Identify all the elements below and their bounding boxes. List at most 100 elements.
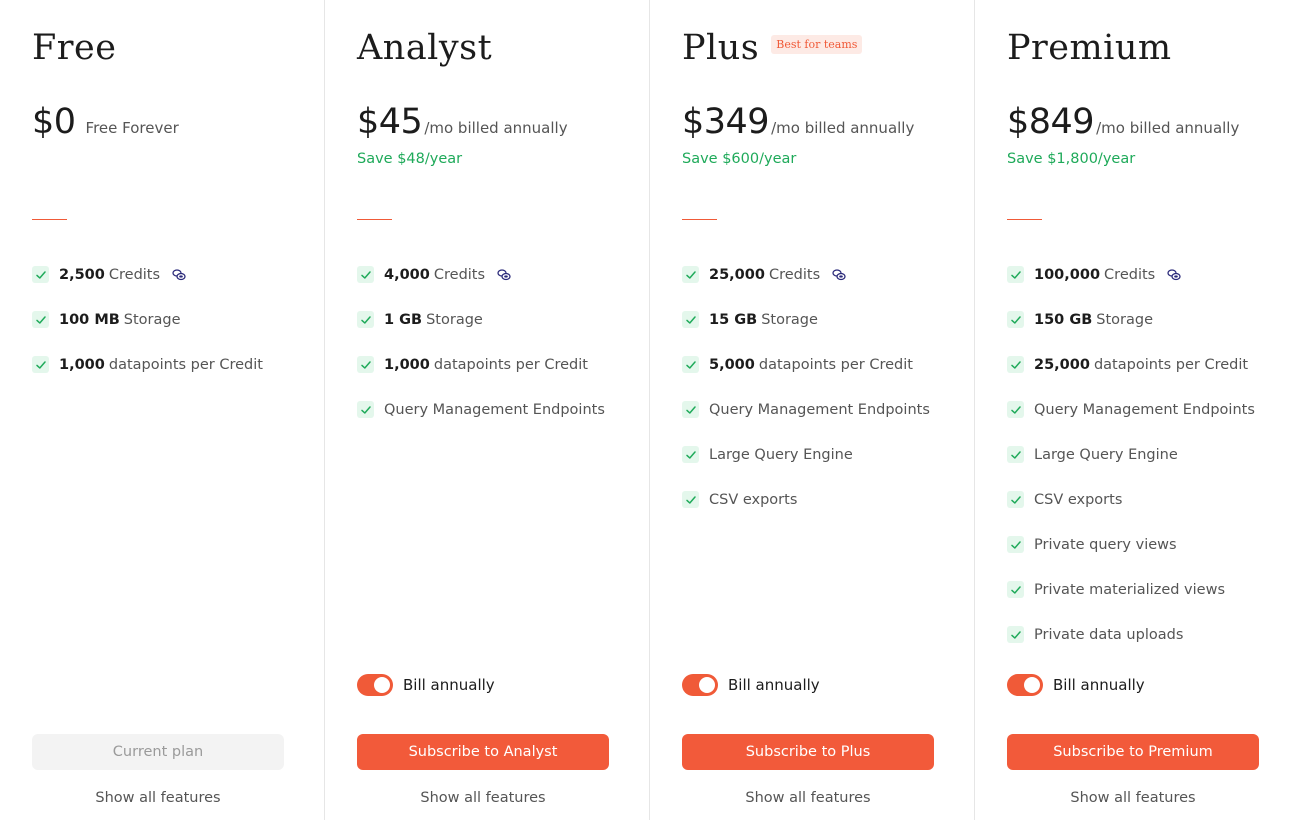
feature-item: Large Query Engine <box>682 435 930 480</box>
feature-list: 100,000 Credits 150 GB Storage 25,000 datapoi… <box>1007 255 1255 660</box>
check-icon <box>1007 536 1024 553</box>
feature-text: 5,000 datapoints per Credit <box>709 357 913 373</box>
feature-label: CSV exports <box>1034 491 1123 508</box>
feature-text: 2,500 Credits <box>59 267 160 283</box>
plan-savings: Save $1,800/year <box>1007 151 1136 167</box>
feature-item: 100,000 Credits <box>1007 255 1255 300</box>
pricing-plans: Free $0 Free Forever 2,500 Credits 100 MB S… <box>0 0 1296 820</box>
check-icon <box>357 266 374 283</box>
current-plan-button: Current plan <box>32 734 284 770</box>
price-row: $45 /mo billed annually <box>357 102 568 142</box>
feature-label: datapoints per Credit <box>1093 356 1249 373</box>
feature-item: Large Query Engine <box>1007 435 1255 480</box>
plan-name: Premium <box>1007 28 1172 68</box>
subscribe-premium-button[interactable]: Subscribe to Premium <box>1007 734 1259 770</box>
subscribe-analyst-button[interactable]: Subscribe to Analyst <box>357 734 609 770</box>
feature-list: 4,000 Credits 1 GB Storage 1,000 datapoints p… <box>357 255 605 435</box>
feature-text: 100 MB Storage <box>59 312 181 328</box>
plan-price: $849 <box>1007 102 1095 142</box>
feature-label: Storage <box>761 311 818 328</box>
plan-title: Premium <box>1007 28 1172 68</box>
feature-text: Query Management Endpoints <box>1034 402 1255 418</box>
check-icon <box>1007 581 1024 598</box>
feature-label: Large Query Engine <box>709 446 853 463</box>
show-all-features-link[interactable]: Show all features <box>357 790 609 806</box>
accent-divider <box>357 219 392 220</box>
feature-item: Private data uploads <box>1007 615 1255 660</box>
feature-label: Private materialized views <box>1034 581 1225 598</box>
plan-name: Analyst <box>357 28 493 68</box>
check-icon <box>1007 311 1024 328</box>
feature-value: 25,000 <box>709 266 765 283</box>
show-all-features-link[interactable]: Show all features <box>32 790 284 806</box>
plan-period: /mo billed annually <box>771 119 915 137</box>
feature-text: Query Management Endpoints <box>709 402 930 418</box>
feature-item: Query Management Endpoints <box>1007 390 1255 435</box>
feature-text: Private query views <box>1034 537 1177 553</box>
check-icon <box>682 311 699 328</box>
plan-period: /mo billed annually <box>424 119 568 137</box>
feature-label: Large Query Engine <box>1034 446 1178 463</box>
plan-card-free: Free $0 Free Forever 2,500 Credits 100 MB S… <box>0 0 325 820</box>
credits-coin-icon <box>1167 268 1181 280</box>
billing-toggle-row: Bill annually <box>357 674 495 696</box>
plan-name: Free <box>32 28 117 68</box>
plan-title: Analyst <box>357 28 492 68</box>
bill-annually-toggle[interactable] <box>682 674 718 696</box>
feature-item: Private materialized views <box>1007 570 1255 615</box>
subscribe-plus-button[interactable]: Subscribe to Plus <box>682 734 934 770</box>
feature-item: 1 GB Storage <box>357 300 605 345</box>
billing-toggle-row: Bill annually <box>682 674 820 696</box>
feature-text: 25,000 Credits <box>709 267 820 283</box>
feature-label: datapoints per Credit <box>108 356 263 373</box>
price-row: $0 Free Forever <box>32 102 179 142</box>
check-icon <box>357 401 374 418</box>
plan-title: Plus Best for teams <box>682 28 863 68</box>
feature-item: CSV exports <box>682 480 930 525</box>
plan-price: $349 <box>682 102 770 142</box>
feature-label: Credits <box>768 266 821 283</box>
feature-item: CSV exports <box>1007 480 1255 525</box>
bill-annually-toggle[interactable] <box>357 674 393 696</box>
plan-period: Free Forever <box>85 119 179 137</box>
check-icon <box>1007 626 1024 643</box>
feature-label: Credits <box>1104 266 1156 283</box>
feature-text: CSV exports <box>709 492 797 508</box>
plan-price: $0 <box>32 102 76 142</box>
plan-name: Plus <box>682 28 760 68</box>
toggle-knob <box>374 677 390 693</box>
feature-text: Large Query Engine <box>1034 447 1178 463</box>
bill-annually-toggle[interactable] <box>1007 674 1043 696</box>
feature-text: CSV exports <box>1034 492 1122 508</box>
feature-item: 150 GB Storage <box>1007 300 1255 345</box>
accent-divider <box>32 219 67 220</box>
check-icon <box>682 356 699 373</box>
feature-text: Large Query Engine <box>709 447 853 463</box>
feature-list: 25,000 Credits 15 GB Storage 5,000 datapoints… <box>682 255 930 525</box>
feature-value: 2,500 <box>59 266 105 283</box>
feature-item: Query Management Endpoints <box>357 390 605 435</box>
show-all-features-link[interactable]: Show all features <box>1007 790 1259 806</box>
check-icon <box>682 401 699 418</box>
feature-item: 2,500 Credits <box>32 255 263 300</box>
plan-price: $45 <box>357 102 423 142</box>
feature-value: 100 MB <box>59 311 120 328</box>
check-icon <box>682 266 699 283</box>
feature-label: datapoints per Credit <box>433 356 588 373</box>
feature-label: Credits <box>108 266 161 283</box>
check-icon <box>682 446 699 463</box>
show-all-features-link[interactable]: Show all features <box>682 790 934 806</box>
feature-value: 1 GB <box>384 311 423 328</box>
feature-value: 1,000 <box>384 356 430 373</box>
plan-badge: Best for teams <box>771 34 863 54</box>
accent-divider <box>1007 219 1042 220</box>
feature-item: 4,000 Credits <box>357 255 605 300</box>
bill-annually-label: Bill annually <box>1053 676 1145 694</box>
feature-value: 25,000 <box>1034 356 1090 373</box>
toggle-knob <box>699 677 715 693</box>
feature-item: 1,000 datapoints per Credit <box>32 345 263 390</box>
check-icon <box>32 356 49 373</box>
plan-card-analyst: Analyst $45 /mo billed annually Save $48… <box>325 0 650 820</box>
feature-list: 2,500 Credits 100 MB Storage 1,000 datapoints… <box>32 255 263 390</box>
feature-label: Storage <box>123 311 181 328</box>
